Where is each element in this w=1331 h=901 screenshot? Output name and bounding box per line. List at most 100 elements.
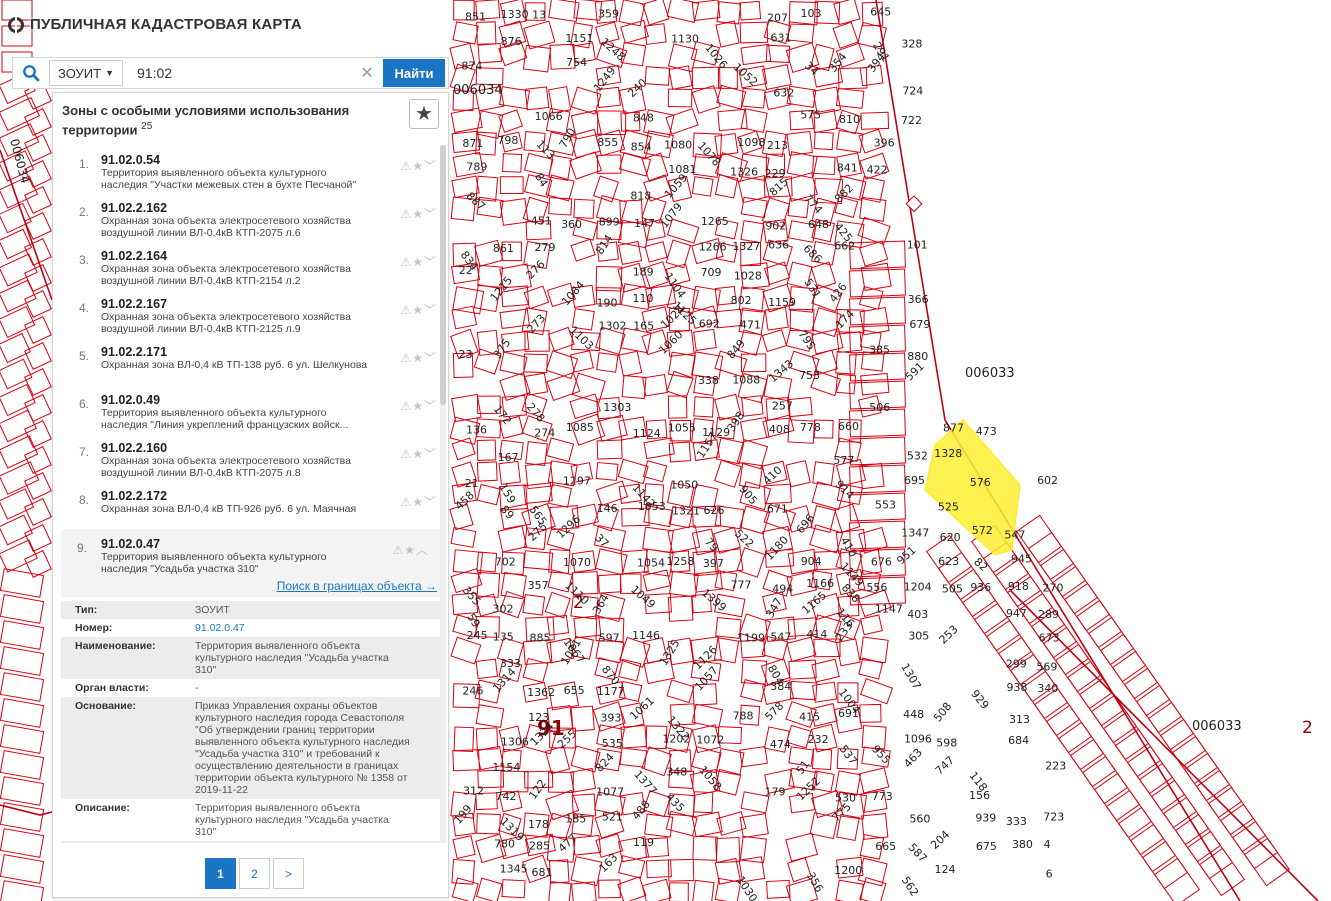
results-list: 1. 91.02.0.54 Территория выявленного объек…	[53, 145, 449, 843]
result-item[interactable]: 4. 91.02.2.167 Охранная зона объекта элект…	[53, 289, 449, 337]
chevron-down-icon: ﹀	[423, 399, 437, 413]
parcel-number: 773	[872, 790, 893, 803]
parcel-number: 396	[874, 137, 895, 150]
parcel-number: 13	[532, 8, 546, 21]
map-logo-icon	[8, 13, 24, 36]
detail-value: Территория выявленного объекта культурно…	[195, 802, 389, 838]
parcel-number: 679	[909, 318, 930, 331]
item-actions[interactable]: ⚠★﹀	[400, 397, 437, 414]
parcel-number: 691	[838, 707, 859, 720]
parcel-number: 1085	[566, 421, 594, 434]
map-label: 2	[1302, 718, 1313, 738]
scrollbar-thumb[interactable]	[440, 145, 446, 405]
parcel-number: 1327	[732, 240, 760, 253]
item-code: 91.02.2.172	[101, 489, 168, 503]
parcel-number: 245	[467, 629, 488, 642]
page-next[interactable]: >	[273, 858, 304, 889]
item-number: 3.	[78, 253, 89, 267]
parcel-number: 1326	[730, 165, 758, 178]
parcel-number: 1204	[904, 580, 932, 593]
parcel-number: 724	[902, 85, 923, 98]
parcel-number: 1362	[527, 686, 555, 699]
item-code: 91.02.2.162	[101, 201, 168, 215]
detail-row: Тип: ЗОУИТ	[61, 601, 441, 619]
parcel-number: 648	[808, 218, 829, 231]
result-item[interactable]: 8. 91.02.2.172 Охранная зона ВЛ-0,4 кВ ТП-…	[53, 481, 449, 529]
item-description: Территория выявленного объекта культурно…	[101, 167, 357, 191]
parcel-number: 313	[1009, 713, 1030, 726]
parcel-number: 1258	[666, 555, 694, 568]
parcel-number: 885	[529, 631, 550, 644]
chevron-down-icon: ▼	[105, 68, 114, 78]
result-item-active[interactable]: 9. 91.02.0.47 Территория выявленного объ…	[61, 529, 441, 597]
parcel-number: 270	[1042, 582, 1063, 595]
chevron-down-icon: ﹀	[423, 303, 437, 317]
parcel-number: 851	[465, 10, 486, 23]
parcel-number: 572	[972, 524, 993, 537]
find-button[interactable]: Найти	[383, 59, 445, 87]
item-number: 8.	[78, 493, 89, 507]
item-actions[interactable]: ⚠★︿	[392, 541, 429, 558]
chevron-down-icon: ﹀	[423, 159, 437, 173]
parcel-number: 602	[1037, 474, 1058, 487]
parcel-number: 1077	[596, 786, 624, 799]
panel-header: Зоны с особыми условиями использования т…	[53, 93, 448, 145]
parcel-number: 556	[866, 581, 887, 594]
search-in-bounds-link[interactable]: Поиск в границах объекта →	[77, 579, 441, 593]
page-2[interactable]: 2	[239, 858, 270, 889]
parcel-number: 532	[907, 449, 928, 462]
parcel-number: 723	[1043, 810, 1064, 823]
parcel-number: 598	[936, 736, 957, 749]
result-item[interactable]: 1. 91.02.0.54 Территория выявленного объек…	[53, 145, 449, 193]
parcel-number: 1202	[662, 733, 690, 746]
parcel-number: 861	[493, 242, 514, 255]
parcel-number: 1200	[834, 864, 862, 877]
search-input[interactable]	[129, 59, 357, 87]
parcel-number: 213	[767, 139, 788, 152]
result-item[interactable]: 5. 91.02.2.171 Охранная зона ВЛ-0,4 кВ ТП-…	[53, 337, 449, 385]
parcel-number: 1130	[671, 32, 699, 45]
result-item[interactable]: 7. 91.02.2.160 Охранная зона объекта элект…	[53, 433, 449, 481]
parcel-number: 101	[907, 238, 928, 251]
parcel-number: 124	[935, 863, 956, 876]
item-actions[interactable]: ⚠★﹀	[400, 253, 437, 270]
warning-icon: ⚠	[400, 303, 413, 317]
parcel-number: 576	[970, 476, 991, 489]
item-description: Территория выявленного объекта культурно…	[101, 551, 327, 575]
parcel-number: 623	[938, 555, 959, 568]
star-icon: ★	[412, 447, 424, 461]
result-item[interactable]: 2. 91.02.2.162 Охранная зона объекта элект…	[53, 193, 449, 241]
page-1[interactable]: 1	[205, 858, 236, 889]
item-actions[interactable]: ⚠★﹀	[400, 493, 437, 510]
item-actions[interactable]: ⚠★﹀	[400, 349, 437, 366]
warning-icon: ⚠	[400, 399, 413, 413]
parcel-number: 655	[564, 684, 585, 697]
clear-icon[interactable]: ✕	[357, 63, 377, 83]
item-description: Охранная зона объекта электросетевого хо…	[101, 215, 351, 239]
search-icon[interactable]	[13, 58, 49, 88]
parcel-number: 521	[602, 811, 623, 824]
parcel-number: 547	[1004, 528, 1025, 541]
detail-key: Описание:	[75, 802, 130, 814]
list-scrollbar[interactable]	[440, 145, 446, 843]
result-item[interactable]: 3. 91.02.2.164 Охранная зона объекта элект…	[53, 241, 449, 289]
result-item[interactable]: 6. 91.02.0.49 Территория выявленного объек…	[53, 385, 449, 433]
item-actions[interactable]: ⚠★﹀	[400, 205, 437, 222]
parcel-number: 179	[765, 786, 786, 799]
detail-row: Наименование: Территория выявленного объе…	[61, 637, 441, 679]
parcel-number: 709	[701, 266, 722, 279]
favorites-button[interactable]: ★	[409, 99, 439, 129]
item-actions[interactable]: ⚠★﹀	[400, 157, 437, 174]
item-actions[interactable]: ⚠★﹀	[400, 301, 437, 318]
star-icon: ★	[416, 104, 432, 123]
detail-key: Основание:	[75, 700, 137, 712]
parcel-number: 742	[496, 790, 517, 803]
star-icon: ★	[412, 303, 424, 317]
parcel-number: 660	[838, 420, 859, 433]
detail-value[interactable]: 91.02.0.47	[195, 622, 410, 634]
item-actions[interactable]: ⚠★﹀	[400, 445, 437, 462]
parcel-number: 692	[699, 318, 720, 331]
app-logo[interactable]: ПУБЛИЧНАЯ КАДАСТРОВАЯ КАРТА	[8, 13, 302, 36]
search-type-select[interactable]: ЗОУИТ ▼	[49, 60, 123, 86]
parcel-number: 722	[901, 114, 922, 127]
